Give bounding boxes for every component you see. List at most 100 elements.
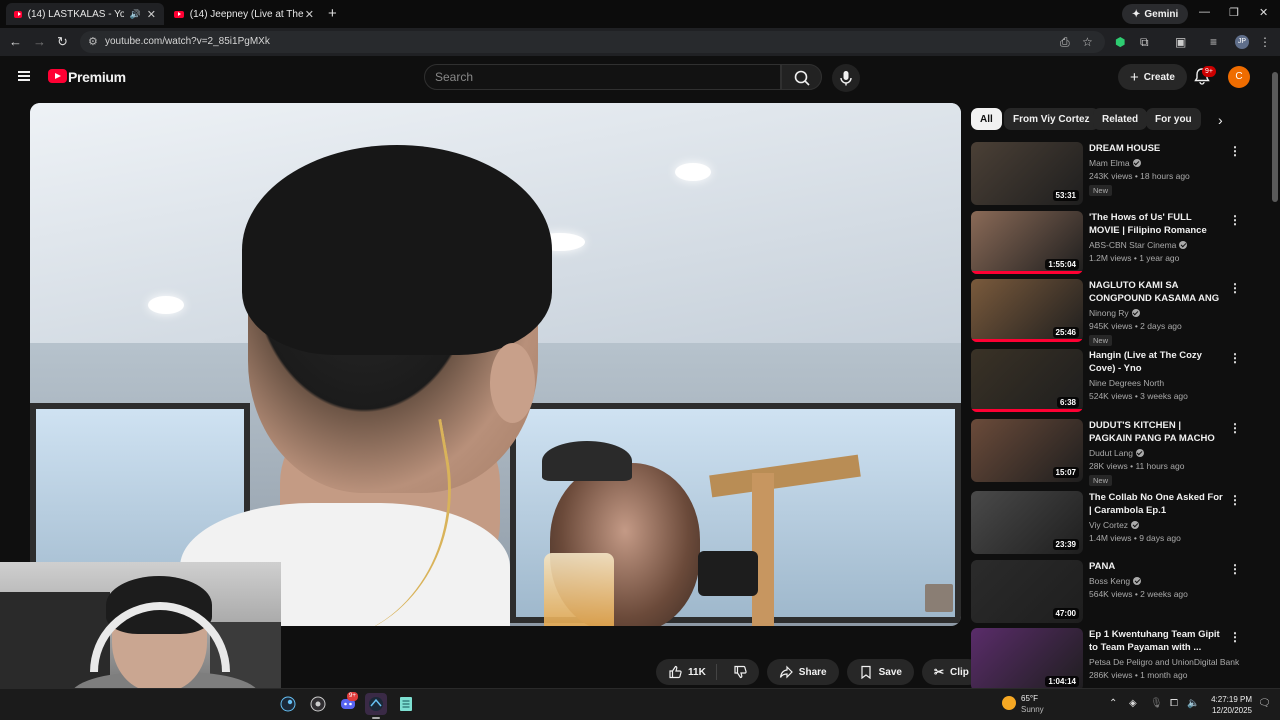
video-frame-pole [752,473,774,626]
youtube-premium-logo-text[interactable]: Premium [68,69,126,85]
recommendation-item[interactable]: 6:38 Hangin (Live at The Cozy Cove) - Yno… [971,349,1241,415]
more-options-icon[interactable]: ⋮ [1229,493,1241,507]
forward-arrow-icon[interactable]: → [33,34,46,49]
video-title[interactable]: Hangin (Live at The Cozy Cove) - Yno [1089,349,1223,375]
save-button[interactable]: Save [846,659,914,685]
account-avatar[interactable]: C [1228,66,1250,88]
tray-mic-icon[interactable]: 🎙 [1150,698,1163,709]
video-thumbnail[interactable]: 53:31 [971,142,1083,205]
obs-icon[interactable] [307,693,329,715]
chip-from-viy-cortez[interactable]: From Viy Cortez [1004,108,1099,130]
like-button[interactable]: 11K [656,664,717,680]
video-title[interactable]: DREAM HOUSE [1089,142,1223,155]
youtube-logo-icon[interactable] [48,69,67,83]
extension-shield-icon[interactable]: ⬢ [1115,35,1125,49]
channel-watermark-thumbnail[interactable] [925,584,953,612]
recommendation-item[interactable]: 47:00 PANA Boss Keng 564K views • 2 weeks a… [971,560,1241,626]
tab-lastkalas[interactable]: (14) LASTKALAS - YouTube 🔊 ✕ [6,3,164,25]
video-frame-camera [698,551,758,596]
channel-name[interactable]: Boss Keng [1089,576,1142,586]
chip-for-you[interactable]: For you [1146,108,1201,130]
create-button[interactable]: + Create [1118,64,1187,90]
chrome-taskbar-icon[interactable] [365,693,387,719]
channel-name[interactable]: Petsa De Peligro and UnionDigital Bank [1089,657,1239,667]
video-thumbnail[interactable]: 25:46 [971,279,1083,342]
video-title[interactable]: 'The Hows of Us' FULL MOVIE | Filipino R… [1089,211,1223,238]
more-options-icon[interactable]: ⋮ [1229,351,1241,365]
media-control-icon[interactable]: ≡ [1210,35,1217,49]
menu-hamburger-icon[interactable] [18,71,30,81]
video-thumbnail[interactable]: 15:07 [971,419,1083,482]
more-options-icon[interactable]: ⋮ [1229,421,1241,435]
page-scrollbar-thumb[interactable] [1272,72,1278,202]
video-title[interactable]: PANA [1089,560,1223,573]
more-options-icon[interactable]: ⋮ [1229,144,1241,158]
channel-name[interactable]: Nine Degrees North [1089,378,1164,388]
profile-avatar[interactable]: JP [1235,35,1249,49]
channel-name[interactable]: ABS-CBN Star Cinema [1089,240,1188,250]
video-title[interactable]: NAGLUTO KAMI SA CONGPOUND KASAMA ANG ... [1089,279,1223,306]
video-title[interactable]: The Collab No One Asked For | Carambola … [1089,491,1223,517]
channel-name[interactable]: Ninong Ry [1089,308,1140,318]
video-thumbnail[interactable]: 23:39 [971,491,1083,554]
recommendation-item[interactable]: 1:04:14 Ep 1 Kwentuhang Team Gipit to Tea… [971,628,1241,694]
video-thumbnail[interactable]: 1:55:04 [971,211,1083,274]
channel-name[interactable]: Dudut Lang [1089,448,1144,458]
share-button[interactable]: Share [766,659,839,685]
more-options-icon[interactable]: ⋮ [1229,213,1241,227]
extensions-puzzle-icon[interactable]: ⧉ [1140,35,1149,50]
split-view-icon[interactable]: ▣ [1175,35,1186,49]
site-info-icon[interactable]: ⚙ [88,35,98,48]
steam-icon[interactable] [277,693,299,715]
gemini-button[interactable]: ✦ Gemini [1122,4,1189,24]
recommendation-item[interactable]: 25:46 NAGLUTO KAMI SA CONGPOUND KASAMA AN… [971,279,1241,346]
video-title[interactable]: Ep 1 Kwentuhang Team Gipit to Team Payam… [1089,628,1223,654]
minimize-icon[interactable]: — [1199,6,1210,18]
more-options-icon[interactable]: ⋮ [1229,281,1241,295]
back-arrow-icon[interactable]: ← [9,34,22,49]
tab-close-icon[interactable]: ✕ [305,8,314,21]
clip-label: Clip [950,666,969,678]
new-tab-button[interactable]: + [328,5,337,22]
recommendation-item[interactable]: 15:07 DUDUT'S KITCHEN | PAGKAIN PANG PA M… [971,419,1241,486]
channel-name[interactable]: Viy Cortez [1089,520,1140,530]
tray-app-icon[interactable]: ◈ [1129,698,1137,709]
video-thumbnail[interactable]: 47:00 [971,560,1083,623]
notepad-icon[interactable] [395,693,417,715]
microphone-icon [840,71,852,86]
taskbar-clock[interactable]: 4:27:19 PM 12/20/2025 [1206,694,1252,716]
dislike-button[interactable] [723,665,759,679]
tray-network-icon[interactable]: ⧠ [1170,698,1178,709]
channel-name[interactable]: Mam Elma [1089,158,1141,168]
address-bar[interactable]: ⚙ youtube.com/watch?v=2_85i1PgMXk [80,31,1105,53]
reload-icon[interactable]: ↻ [57,34,68,50]
tab-jeepney[interactable]: (14) Jeepney (Live at The Cozy C ✕ [166,3,322,25]
tray-volume-icon[interactable]: 🔈 [1187,698,1199,709]
search-box [424,64,781,90]
chip-all[interactable]: All [971,108,1002,130]
video-thumbnail[interactable]: 6:38 [971,349,1083,412]
chip-related[interactable]: Related [1093,108,1148,130]
install-app-icon[interactable]: ⎙ [1060,35,1070,50]
voice-search-button[interactable] [832,64,860,92]
recommendation-item[interactable]: 1:55:04 'The Hows of Us' FULL MOVIE | Fil… [971,211,1241,277]
video-thumbnail[interactable]: 1:04:14 [971,628,1083,691]
weather-sun-icon[interactable] [1002,696,1016,710]
search-button[interactable] [781,64,822,90]
restore-icon[interactable]: ❐ [1229,6,1239,19]
search-input[interactable] [425,65,780,89]
video-player[interactable] [30,103,961,626]
tray-chevron-up-icon[interactable]: ⌃ [1109,698,1117,709]
more-options-icon[interactable]: ⋮ [1229,562,1241,576]
chips-next-chevron-icon[interactable]: › [1218,112,1223,128]
video-title[interactable]: DUDUT'S KITCHEN | PAGKAIN PANG PA MACHO [1089,419,1223,445]
recommendation-item[interactable]: 53:31 DREAM HOUSE Mam Elma 243K views • 18 … [971,142,1241,208]
notification-center-icon[interactable]: 🗨 [1258,698,1271,709]
speaker-icon[interactable]: 🔊 [130,9,141,20]
close-window-icon[interactable]: ✕ [1259,6,1268,19]
more-options-icon[interactable]: ⋮ [1229,630,1241,644]
recommendation-item[interactable]: 23:39 The Collab No One Asked For | Caram… [971,491,1241,557]
bookmark-star-icon[interactable]: ☆ [1082,35,1093,49]
chrome-menu-icon[interactable]: ⋮ [1259,35,1271,49]
tab-close-icon[interactable]: ✕ [147,8,156,21]
